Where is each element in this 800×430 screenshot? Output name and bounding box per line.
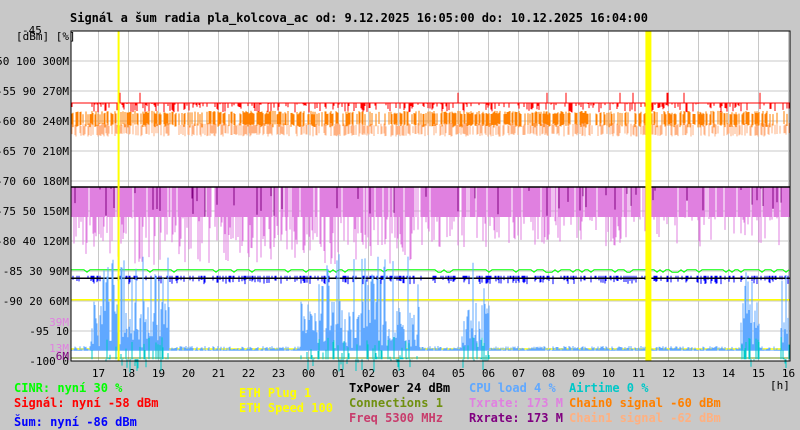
- y-tick-label: -70 60 180M: [0, 175, 69, 188]
- y-tick-label: -90 20 60M: [3, 295, 70, 308]
- x-tick-label: 09: [572, 367, 585, 380]
- legend-rxrate: Rxrate: 173 M: [469, 411, 563, 425]
- x-tick-label: 08: [542, 367, 555, 380]
- legend-noise: Šum: nyní -86 dBm: [14, 415, 137, 429]
- x-tick-label: 11: [632, 367, 645, 380]
- y-tick-label: -65 70 210M: [0, 145, 69, 158]
- x-tick-label: 21: [212, 367, 225, 380]
- x-axis-label: [h]: [770, 379, 790, 392]
- legend-chain1: Chain1 signal -62 dBm: [569, 411, 721, 425]
- rate-label: 39M: [49, 316, 69, 329]
- y-tick-label: -80 40 120M: [0, 235, 69, 248]
- x-tick-label: 12: [662, 367, 675, 380]
- y-tick-label: -75 50 150M: [0, 205, 69, 218]
- y-axis-label: [dBm] [%]: [16, 30, 76, 43]
- legend-eth-speed: ETH Speed 100: [239, 401, 333, 415]
- x-tick-label: 23: [272, 367, 285, 380]
- x-tick-label: 07: [512, 367, 525, 380]
- legend-freq: Freq 5300 MHz: [349, 411, 443, 425]
- x-tick-label: 10: [602, 367, 615, 380]
- legend-chain0: Chain0 signal -60 dBm: [569, 396, 721, 410]
- x-tick-label: 19: [152, 367, 165, 380]
- y-tick-label: -85 30 90M: [3, 265, 70, 278]
- x-tick-label: 17: [92, 367, 105, 380]
- x-tick-label: 15: [752, 367, 765, 380]
- x-tick-label: 04: [422, 367, 436, 380]
- x-tick-label: 05: [452, 367, 465, 380]
- x-tick-label: 02: [362, 367, 375, 380]
- y-tick-label: -60 80 240M: [0, 115, 69, 128]
- plot-area: -50 100 300M -55 90 270M -60 80 240M -65…: [0, 24, 795, 392]
- legend-connections: Connections 1: [349, 396, 443, 410]
- y-tick-label: -50 100 300M: [0, 55, 69, 68]
- x-tick-label: 20: [182, 367, 195, 380]
- legend-txpower: TxPower 24 dBm: [349, 381, 451, 395]
- chart-image: Signál a šum radia pla_kolcova_ac od: 9.…: [0, 0, 800, 430]
- x-tick-label: 14: [722, 367, 736, 380]
- legend-txrate: Txrate: 173 M: [469, 396, 563, 410]
- x-tick-label: 13: [692, 367, 705, 380]
- legend-cpu: CPU load 4 %: [469, 381, 556, 395]
- y-tick-label: -55 90 270M: [0, 85, 69, 98]
- legend-airtime: Airtime 0 %: [569, 381, 649, 395]
- legend-eth-plug: ETH Plug 1: [239, 386, 312, 400]
- legend-cinr: CINR: nyní 30 %: [14, 381, 123, 395]
- x-tick-label: 18: [122, 367, 135, 380]
- rate-label: 6M: [56, 350, 70, 363]
- legend-signal: Signál: nyní -58 dBm: [14, 396, 159, 410]
- x-tick-label: 22: [242, 367, 255, 380]
- x-tick-label: 06: [482, 367, 495, 380]
